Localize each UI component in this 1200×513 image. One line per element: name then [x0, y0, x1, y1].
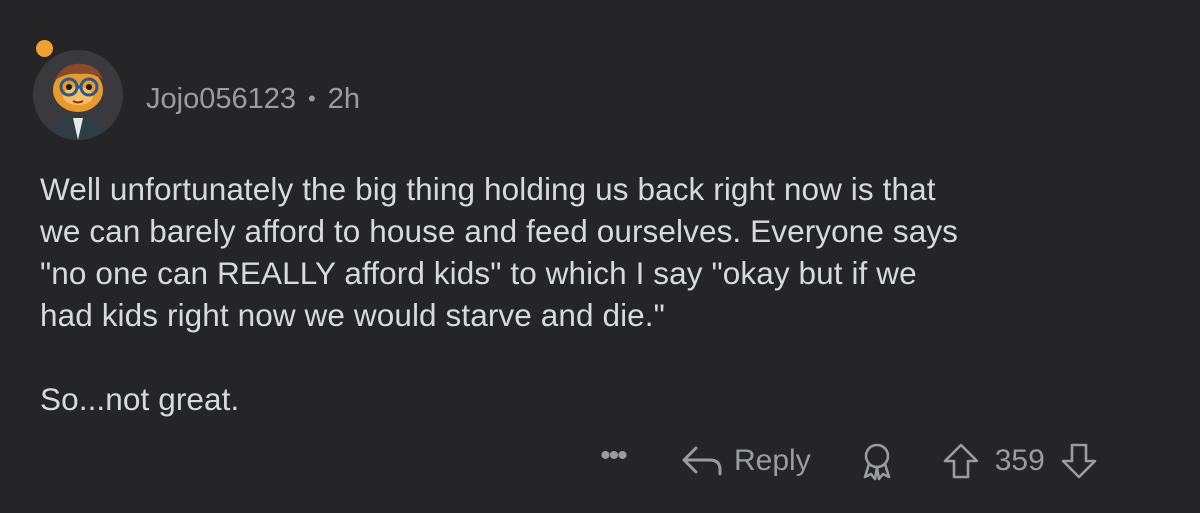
comment-meta: Jojo056123 • 2h: [146, 79, 360, 119]
vote-score: 359: [994, 444, 1045, 477]
more-options-button[interactable]: •••: [588, 439, 638, 473]
downvote-icon: [1061, 443, 1097, 479]
comment-paragraph: Well unfortunately the big thing holding…: [40, 171, 959, 333]
timestamp: 2h: [327, 82, 360, 115]
award-button[interactable]: [857, 441, 897, 481]
reply-button[interactable]: Reply: [680, 444, 811, 478]
avatar[interactable]: [33, 50, 123, 140]
username[interactable]: Jojo056123: [146, 83, 296, 116]
reply-label: Reply: [734, 444, 811, 477]
award-icon: [863, 443, 891, 481]
meta-separator: •: [307, 86, 316, 111]
avatar-icon: [51, 63, 105, 140]
downvote-button[interactable]: [1059, 441, 1099, 481]
comment-card: Jojo056123 • 2h Well unfortunately the b…: [0, 0, 1200, 513]
upvote-icon: [943, 443, 979, 479]
comment-paragraph: So...not great.: [40, 381, 240, 417]
upvote-button[interactable]: [941, 441, 981, 481]
reply-arrow-icon: [682, 446, 722, 476]
more-options-icon: •••: [600, 439, 627, 472]
online-indicator: [36, 40, 53, 57]
comment-actions: ••• Reply 359: [588, 436, 1099, 486]
comment-body: Well unfortunately the big thing holding…: [40, 168, 1170, 420]
